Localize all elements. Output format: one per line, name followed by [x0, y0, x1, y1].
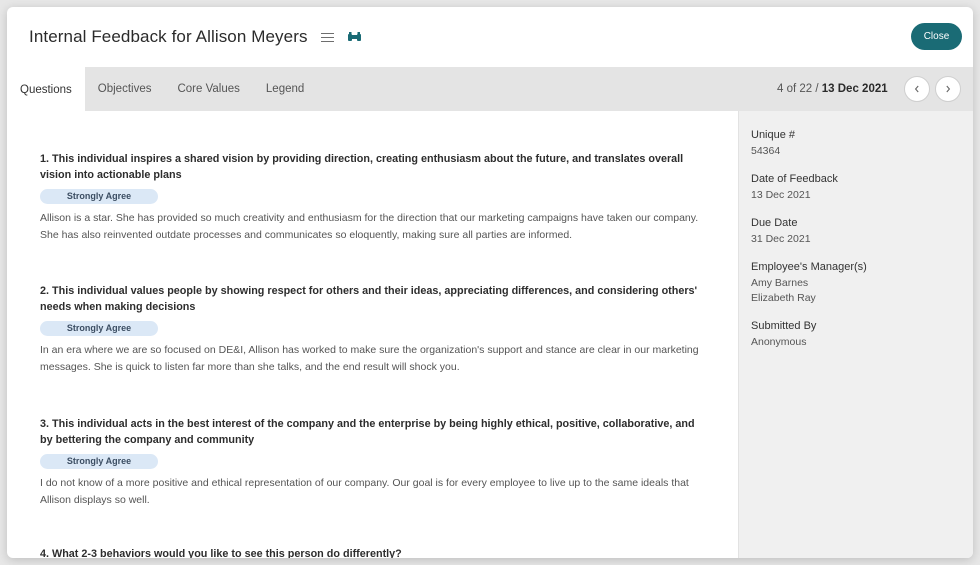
question-title: 2. This individual values people by show… [40, 283, 705, 315]
record-separator: / [812, 83, 822, 95]
due-date-block: Due Date 31 Dec 2021 [751, 217, 973, 247]
manager-name: Elizabeth Ray [751, 291, 973, 306]
binoculars-icon[interactable] [348, 32, 361, 42]
page-title: Internal Feedback for Allison Meyers [29, 27, 308, 47]
rating-badge: Strongly Agree [40, 321, 158, 336]
question-item: 2. This individual values people by show… [40, 283, 705, 376]
question-item: 3. This individual acts in the best inte… [40, 416, 705, 509]
tab-bar: Questions Objectives Core Values Legend [7, 67, 738, 111]
manager-name: Amy Barnes [751, 276, 973, 291]
question-title: 4. What 2-3 behaviors would you like to … [40, 546, 705, 558]
tab-legend[interactable]: Legend [253, 67, 317, 111]
record-date: 13 Dec 2021 [822, 83, 888, 95]
questions-panel: 1. This individual inspires a shared vis… [7, 111, 738, 558]
question-item: 1. This individual inspires a shared vis… [40, 151, 705, 244]
unique-id-value: 54364 [751, 144, 973, 159]
tab-core-values[interactable]: Core Values [164, 67, 252, 111]
question-answer: Allison is a star. She has provided so m… [40, 210, 705, 244]
submitted-by-value: Anonymous [751, 335, 973, 350]
close-button[interactable]: Close [911, 23, 962, 50]
question-title: 3. This individual acts in the best inte… [40, 416, 705, 448]
feedback-date-value: 13 Dec 2021 [751, 188, 973, 203]
list-icon[interactable] [321, 32, 334, 43]
tab-objectives[interactable]: Objectives [85, 67, 165, 111]
submitted-by-block: Submitted By Anonymous [751, 320, 973, 350]
feedback-date-block: Date of Feedback 13 Dec 2021 [751, 173, 973, 203]
managers-block: Employee's Manager(s) Amy Barnes Elizabe… [751, 261, 973, 306]
due-date-value: 31 Dec 2021 [751, 232, 973, 247]
chevron-left-icon [913, 85, 921, 93]
due-date-label: Due Date [751, 217, 973, 229]
question-title: 1. This individual inspires a shared vis… [40, 151, 705, 183]
next-button[interactable] [935, 76, 961, 102]
record-counter: 4 of 22 / 13 Dec 2021 [777, 83, 888, 95]
unique-id-block: Unique # 54364 [751, 129, 973, 159]
question-answer: I do not know of a more positive and eth… [40, 475, 705, 509]
feedback-modal: Internal Feedback for Allison Meyers Clo… [7, 7, 973, 558]
modal-header: Internal Feedback for Allison Meyers Clo… [7, 7, 973, 67]
unique-id-label: Unique # [751, 129, 973, 141]
submitted-by-label: Submitted By [751, 320, 973, 332]
managers-label: Employee's Manager(s) [751, 261, 973, 273]
details-sidebar: Unique # 54364 Date of Feedback 13 Dec 2… [738, 111, 973, 558]
record-position: 4 of 22 [777, 83, 812, 95]
tab-bar-spacer [738, 67, 770, 111]
previous-button[interactable] [904, 76, 930, 102]
chevron-right-icon [944, 85, 952, 93]
record-navigator: 4 of 22 / 13 Dec 2021 [770, 67, 973, 111]
question-answer: In an era where we are so focused on DE&… [40, 342, 705, 376]
tab-questions[interactable]: Questions [7, 67, 85, 111]
question-item: 4. What 2-3 behaviors would you like to … [40, 546, 705, 558]
rating-badge: Strongly Agree [40, 189, 158, 204]
rating-badge: Strongly Agree [40, 454, 158, 469]
feedback-date-label: Date of Feedback [751, 173, 973, 185]
